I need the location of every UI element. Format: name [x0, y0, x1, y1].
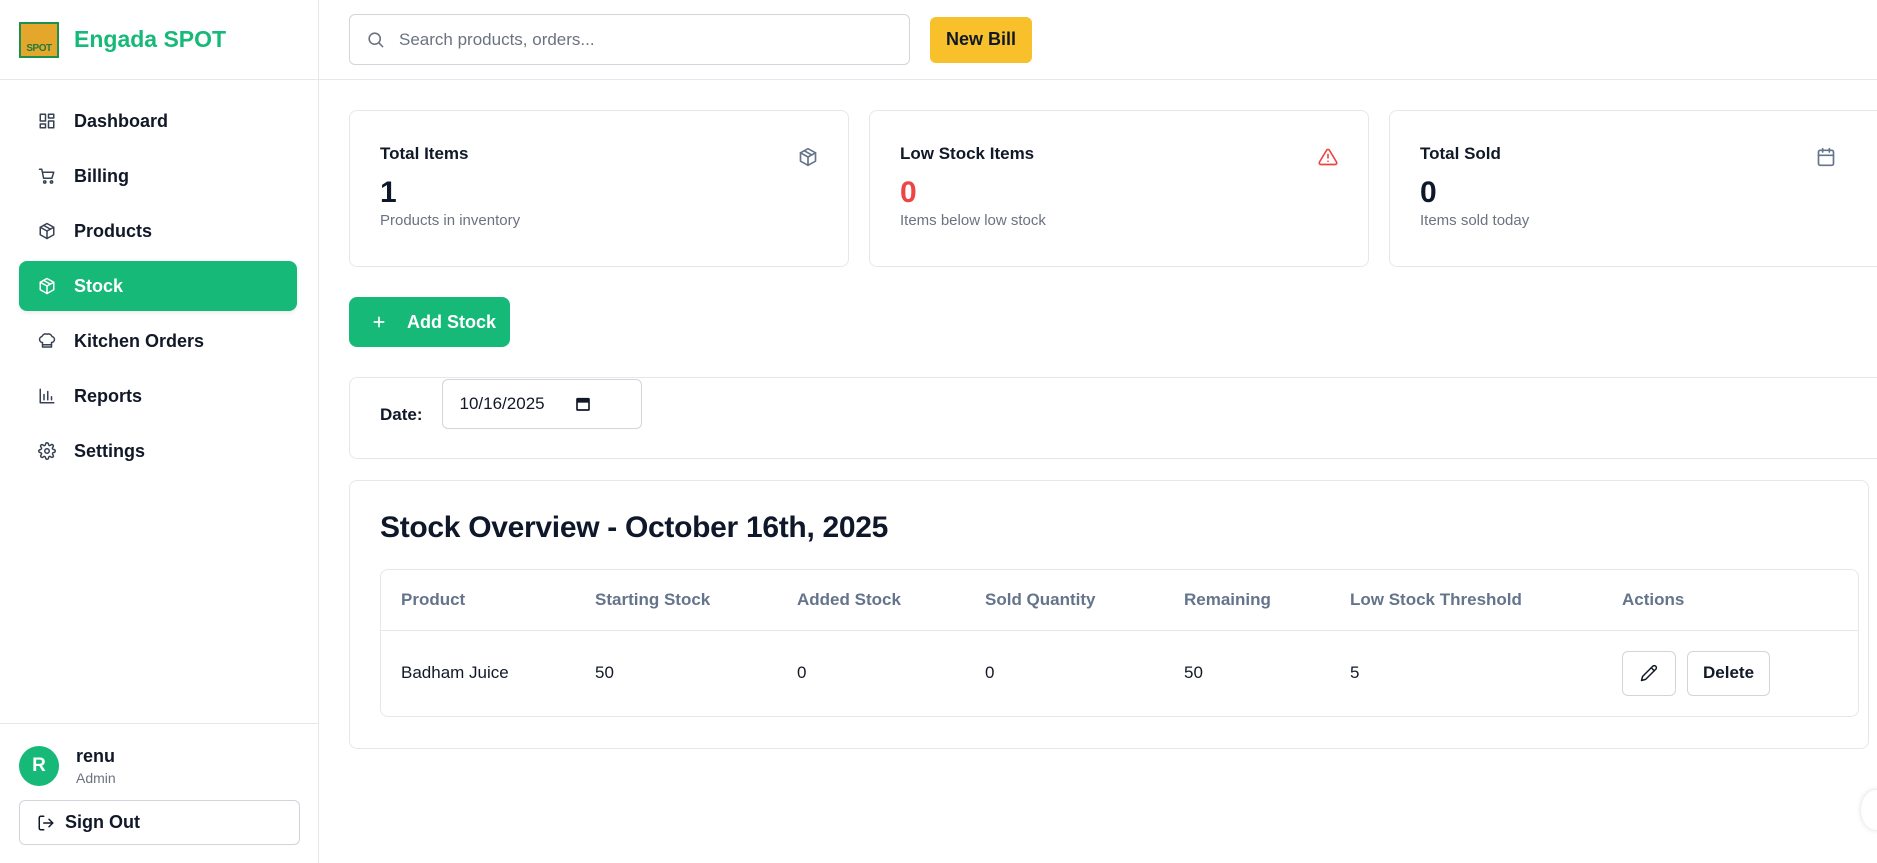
cell-added-stock: 0 [797, 663, 807, 683]
plus-icon [373, 316, 385, 328]
cell-low-stock-threshold: 5 [1350, 663, 1360, 683]
delete-button[interactable]: Delete [1687, 650, 1771, 696]
search-icon [368, 32, 384, 48]
cart-icon [38, 168, 55, 184]
calendar-icon[interactable] [575, 396, 591, 412]
row-actions: Delete [1622, 650, 1858, 696]
stat-title: Low Stock Items [900, 144, 1035, 163]
cell-starting-stock: 50 [595, 663, 614, 683]
sign-out-button[interactable]: Sign Out [19, 800, 300, 845]
dashboard-icon [39, 113, 55, 129]
avatar: R [19, 746, 59, 786]
stat-card-total-sold: Total Sold 0 Items sold today [1389, 110, 1877, 267]
column-header-added-stock: Added Stock [777, 570, 965, 631]
sidebar-item-label: Dashboard [74, 110, 169, 131]
bar-chart-icon [39, 388, 55, 404]
search-box [349, 14, 910, 65]
brand-logo-text: SPOT [26, 42, 52, 54]
sign-out-label: Sign Out [65, 812, 140, 832]
sidebar-item-billing[interactable]: Billing [19, 151, 297, 201]
cell-sold-quantity: 0 [985, 663, 995, 683]
add-stock-button[interactable]: Add Stock [349, 297, 510, 347]
stock-table-container: Product Starting Stock Added Stock Sold … [380, 569, 1859, 717]
package-icon [39, 277, 55, 295]
column-header-actions: Actions [1602, 570, 1858, 631]
table-header-row: Product Starting Stock Added Stock Sold … [381, 570, 1858, 631]
alert-triangle-icon [1318, 148, 1338, 166]
calendar-icon [1817, 147, 1835, 167]
cell-actions: Delete [1602, 630, 1858, 716]
stat-subtitle: Items sold today [1420, 212, 1530, 229]
column-header-remaining: Remaining [1164, 570, 1330, 631]
sidebar-item-reports[interactable]: Reports [19, 371, 297, 421]
brand-name: Engada SPOT [74, 26, 227, 52]
stock-overview-panel: Stock Overview - October 16th, 2025 Prod… [349, 480, 1869, 749]
floating-widget[interactable] [1861, 790, 1877, 830]
stat-title: Total Sold [1420, 144, 1501, 163]
stat-subtitle: Products in inventory [380, 212, 521, 229]
top-bar: New Bill [319, 0, 1877, 80]
edit-button[interactable] [1622, 650, 1676, 696]
sidebar-item-label: Kitchen Orders [74, 330, 205, 351]
stat-value: 0 [900, 176, 917, 209]
add-stock-label: Add Stock [407, 311, 497, 332]
stock-overview-title: Stock Overview - October 16th, 2025 [380, 511, 889, 544]
stat-title: Total Items [380, 144, 469, 163]
sidebar-item-label: Stock [74, 275, 124, 296]
sidebar-item-label: Products [74, 220, 153, 241]
package-icon [39, 222, 55, 240]
new-bill-button[interactable]: New Bill [930, 16, 1033, 63]
stat-card-total-items: Total Items 1 Products in inventory [349, 110, 849, 267]
user-role: Admin [76, 770, 116, 786]
sidebar-item-label: Billing [74, 165, 129, 186]
date-value: 10/16/2025 [459, 394, 545, 413]
brand-header: SPOT Engada SPOT [0, 0, 318, 80]
user-name: renu [76, 746, 116, 766]
sidebar-item-label: Settings [74, 440, 146, 461]
cell-remaining: 50 [1184, 663, 1203, 683]
gear-icon [38, 442, 56, 460]
stat-value: 1 [380, 176, 397, 209]
column-header-starting-stock: Starting Stock [575, 570, 777, 631]
column-header-product: Product [381, 570, 575, 631]
date-input[interactable]: 10/16/2025 [441, 379, 642, 429]
sidebar: SPOT Engada SPOT Dashboard Billing Produ… [0, 0, 319, 863]
date-filter-panel: Date: 10/16/2025 [349, 377, 1877, 459]
brand-logo: SPOT [19, 21, 59, 58]
search-input[interactable] [399, 29, 879, 50]
date-label: Date: [380, 405, 423, 424]
sidebar-item-settings[interactable]: Settings [19, 426, 297, 476]
table-row: Badham Juice 50 0 0 50 5 Delete [381, 630, 1858, 716]
stat-value: 0 [1420, 176, 1437, 209]
stock-table: Product Starting Stock Added Stock Sold … [381, 570, 1858, 716]
column-header-low-stock-threshold: Low Stock Threshold [1330, 570, 1602, 631]
sidebar-item-kitchen-orders[interactable]: Kitchen Orders [19, 316, 297, 366]
sidebar-nav: Dashboard Billing Products Stock Kitchen… [0, 80, 318, 476]
cell-product: Badham Juice [401, 663, 509, 683]
logout-icon [38, 815, 54, 830]
sidebar-item-label: Reports [74, 385, 143, 406]
chef-hat-icon [38, 333, 56, 348]
stat-subtitle: Items below low stock [900, 212, 1046, 229]
sidebar-item-stock[interactable]: Stock [19, 261, 297, 311]
sidebar-item-dashboard[interactable]: Dashboard [19, 96, 297, 146]
sidebar-item-products[interactable]: Products [19, 206, 297, 256]
user-info: R renu Admin [19, 746, 300, 786]
pencil-icon [1640, 665, 1658, 682]
stat-card-low-stock: Low Stock Items 0 Items below low stock [869, 110, 1369, 267]
column-header-sold-quantity: Sold Quantity [965, 570, 1164, 631]
user-panel: R renu Admin Sign Out [0, 723, 319, 863]
package-icon [799, 147, 817, 167]
